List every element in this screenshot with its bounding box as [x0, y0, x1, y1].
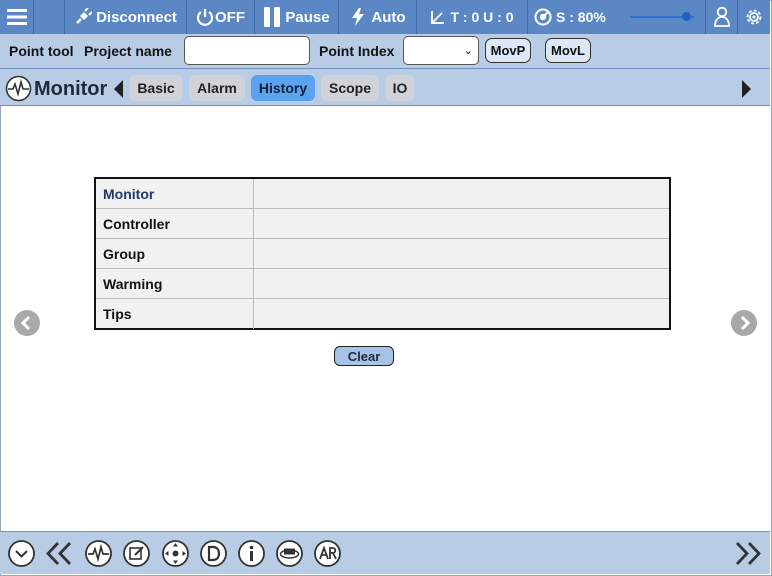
row-value-group: [254, 239, 669, 268]
project-name-input[interactable]: [184, 36, 310, 65]
360-view-icon[interactable]: [275, 539, 304, 568]
axis-icon: [431, 11, 445, 24]
table-row: Monitor: [96, 179, 669, 209]
movp-button[interactable]: MovP: [485, 38, 531, 63]
chevron-down-icon: ⌄: [463, 45, 473, 57]
collapse-circle-icon[interactable]: [7, 539, 36, 568]
settings-button[interactable]: [738, 0, 770, 34]
row-label-tips: Tips: [96, 299, 254, 329]
table-row: Tips: [96, 299, 669, 329]
auto-mode-icon: [352, 8, 365, 26]
tab-scope[interactable]: Scope: [321, 75, 379, 101]
row-value-warming: [254, 269, 669, 298]
speed-slider-handle[interactable]: [682, 12, 691, 21]
tab-alarm[interactable]: Alarm: [189, 75, 245, 101]
pause-button[interactable]: Pause: [255, 0, 339, 34]
point-index-select[interactable]: ⌄: [403, 36, 479, 65]
menu-button[interactable]: [0, 0, 34, 34]
jog-icon[interactable]: [161, 539, 190, 568]
row-value-monitor: [254, 179, 669, 208]
disconnect-button[interactable]: Disconnect: [65, 0, 187, 34]
clear-button[interactable]: Clear: [334, 346, 394, 366]
tab-history[interactable]: History: [251, 75, 315, 101]
waveform-icon[interactable]: [84, 539, 113, 568]
power-icon: [196, 9, 214, 26]
previous-page-button[interactable]: [14, 310, 40, 336]
project-name-label: Project name: [84, 43, 172, 59]
row-label-monitor: Monitor: [96, 179, 254, 208]
row-label-controller: Controller: [96, 209, 254, 238]
plug-icon: [76, 8, 93, 24]
history-table: Monitor Controller Group Warming Tips: [94, 177, 671, 330]
d-badge-icon[interactable]: [199, 539, 228, 568]
speed-label: S : 80%: [556, 9, 606, 25]
gear-icon: [746, 9, 762, 25]
info-icon[interactable]: [237, 539, 266, 568]
next-page-button[interactable]: [731, 310, 757, 336]
double-chevron-left-icon[interactable]: [44, 539, 73, 568]
tab-io[interactable]: IO: [386, 75, 414, 101]
table-row: Group: [96, 239, 669, 269]
pause-icon: [264, 7, 281, 27]
table-row: Warming: [96, 269, 669, 299]
tab-basic[interactable]: Basic: [130, 75, 182, 101]
chevron-right-icon: [740, 315, 751, 331]
disconnect-label: Disconnect: [96, 8, 177, 26]
pause-label: Pause: [285, 8, 330, 26]
blank-toolbar-slot: [34, 0, 65, 34]
hamburger-menu-icon: [6, 9, 27, 25]
table-row: Controller: [96, 209, 669, 239]
movl-button[interactable]: MovL: [545, 38, 591, 63]
speed-gauge-icon: [534, 8, 552, 26]
row-label-group: Group: [96, 239, 254, 268]
edit-icon[interactable]: [122, 539, 151, 568]
tool-status: T : 0 U : 0: [417, 0, 528, 34]
power-button[interactable]: OFF: [187, 0, 255, 34]
row-label-warming: Warming: [96, 269, 254, 298]
point-tool-label: Point tool: [9, 43, 74, 59]
mode-button[interactable]: Auto: [339, 0, 417, 34]
page-title: Monitor: [34, 78, 108, 100]
user-icon: [713, 6, 730, 27]
tool-status-label: T : 0 U : 0: [450, 9, 514, 25]
chevron-left-icon: [20, 315, 31, 331]
user-button[interactable]: [706, 0, 738, 34]
top-toolbar: Disconnect OFF Pause Auto T : 0 U : 0 S …: [0, 0, 770, 34]
double-chevron-right-icon[interactable]: [734, 539, 763, 568]
tab-scroll-left-icon[interactable]: [112, 79, 124, 99]
bottom-toolbar: [0, 531, 770, 574]
row-value-controller: [254, 209, 669, 238]
ar-icon[interactable]: [313, 539, 342, 568]
row-value-tips: [254, 299, 669, 329]
monitor-waveform-icon: [5, 75, 32, 102]
point-index-label: Point Index: [319, 43, 395, 59]
power-label: OFF: [215, 8, 245, 26]
mode-label: Auto: [371, 8, 406, 26]
tab-scroll-right-icon[interactable]: [741, 79, 753, 99]
